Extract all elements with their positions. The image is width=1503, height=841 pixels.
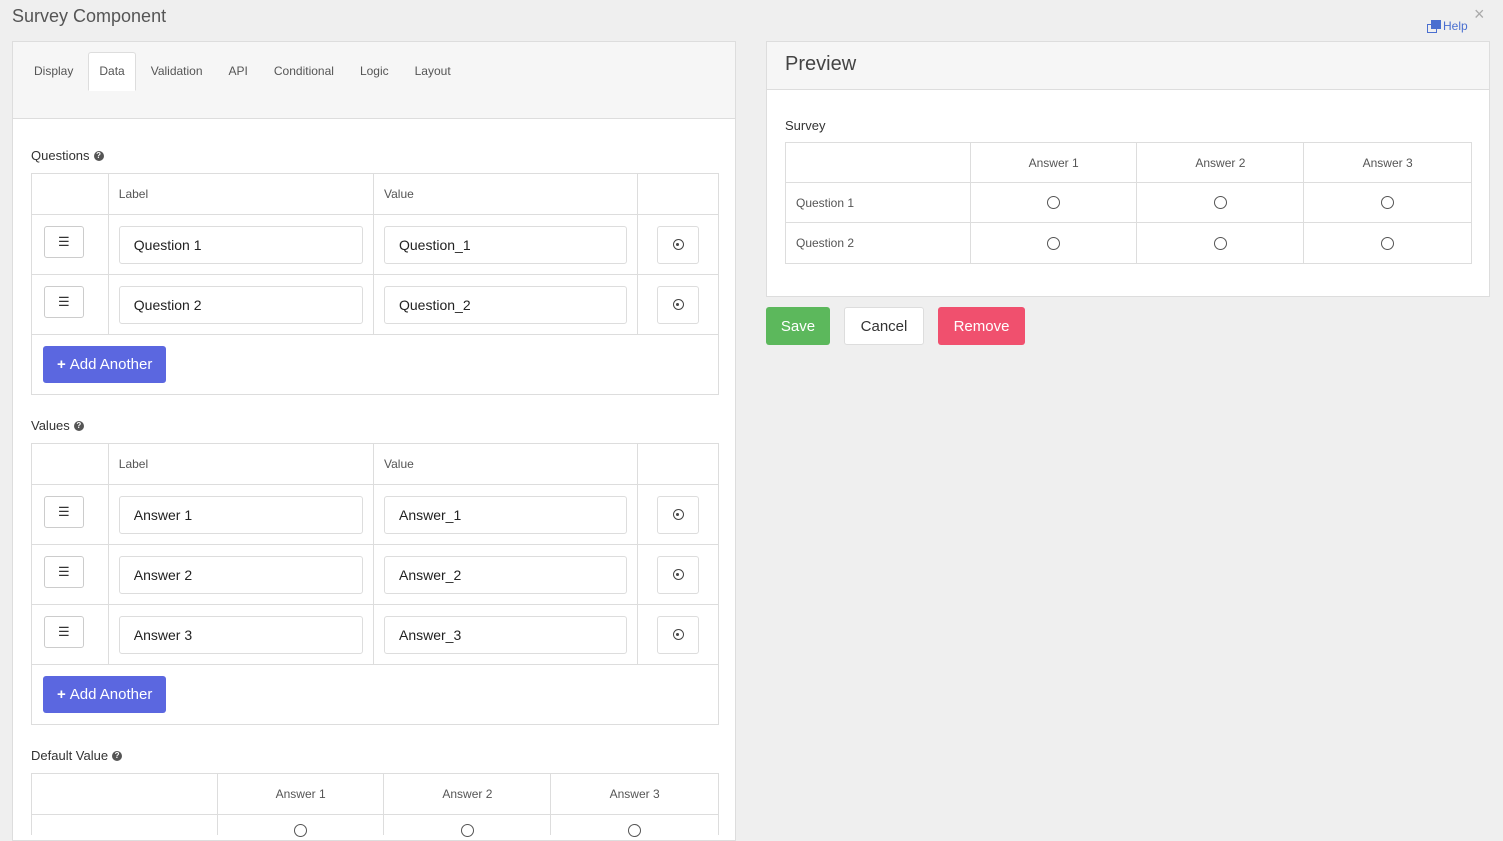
question-value-input[interactable] <box>384 225 628 264</box>
tab-conditional[interactable]: Conditional <box>263 52 345 91</box>
default-radio[interactable] <box>460 823 474 837</box>
remove-row-button[interactable] <box>657 225 700 264</box>
tab-display[interactable]: Display <box>23 52 84 91</box>
tab-validation[interactable]: Validation <box>140 52 214 91</box>
remove-row-button[interactable] <box>657 555 700 594</box>
values-grid: Label Value ☰ ☰ ☰ + Add Another <box>31 443 719 725</box>
remove-circle-icon <box>672 509 684 520</box>
add-question-label: Add Another <box>69 356 153 373</box>
default-col-header: Answer 2 <box>384 774 552 814</box>
values-label: Values ? <box>31 418 84 433</box>
survey-radio[interactable] <box>1047 236 1061 250</box>
survey-col-header: Answer 3 <box>1362 155 1413 170</box>
remove-button[interactable]: Remove <box>938 307 1025 345</box>
drag-handle-icon[interactable]: ☰ <box>43 615 84 648</box>
help-label: Help <box>1443 19 1468 33</box>
editor-panel: Display Data Validation API Conditional … <box>12 41 736 841</box>
add-value-label: Add Another <box>69 686 153 703</box>
tab-api[interactable]: API <box>218 52 259 91</box>
remove-circle-icon <box>672 629 684 640</box>
survey-radio[interactable] <box>1213 196 1227 209</box>
table-row: Question 1 <box>786 183 1471 223</box>
preview-title: Preview <box>767 42 1489 90</box>
table-row: ☰ <box>32 275 718 335</box>
value-value-input[interactable] <box>384 495 628 534</box>
col-label-header: Label <box>118 187 149 201</box>
value-label-input[interactable] <box>118 555 363 594</box>
add-value-button[interactable]: + Add Another <box>43 676 167 713</box>
values-grid-header: Label Value <box>32 444 718 485</box>
action-bar: Save Cancel Remove <box>766 307 1025 345</box>
question-circle-icon[interactable]: ? <box>93 150 104 161</box>
question-label-input[interactable] <box>118 225 363 264</box>
default-value-table: Answer 1 Answer 2 Answer 3 <box>31 773 719 837</box>
external-link-icon <box>1427 20 1441 33</box>
remove-row-button[interactable] <box>657 495 700 534</box>
remove-circle-icon <box>672 239 684 250</box>
dialog-title: Survey Component <box>12 6 167 26</box>
close-icon[interactable]: × <box>1474 5 1485 23</box>
value-value-input[interactable] <box>384 555 628 594</box>
questions-grid-header: Label Value <box>32 174 718 215</box>
default-value-label: Default Value ? <box>31 748 123 763</box>
remove-circle-icon <box>672 569 684 580</box>
question-value-input[interactable] <box>384 285 628 324</box>
cancel-button[interactable]: Cancel <box>844 307 924 345</box>
table-row: ☰ <box>32 545 718 605</box>
value-label-input[interactable] <box>118 495 363 534</box>
survey-radio[interactable] <box>1213 236 1227 250</box>
value-label-input[interactable] <box>118 615 363 654</box>
add-question-button[interactable]: + Add Another <box>43 346 167 383</box>
table-row: ☰ <box>32 485 718 545</box>
drag-handle-icon[interactable]: ☰ <box>43 495 84 528</box>
help-link[interactable]: Help <box>1427 19 1468 33</box>
default-radio[interactable] <box>628 823 642 837</box>
survey-table: Answer 1 Answer 2 Answer 3 Question 1 Qu… <box>785 142 1472 264</box>
question-circle-icon[interactable]: ? <box>112 750 123 761</box>
drag-handle-icon[interactable]: ☰ <box>43 225 84 258</box>
questions-label: Questions ? <box>31 148 104 163</box>
plus-icon: + <box>57 356 66 373</box>
values-label-text: Values <box>31 418 70 433</box>
tab-bar: Display Data Validation API Conditional … <box>13 42 735 119</box>
survey-label: Survey <box>785 118 826 133</box>
survey-radio[interactable] <box>1381 236 1395 250</box>
table-row <box>32 815 718 837</box>
survey-radio[interactable] <box>1381 196 1395 209</box>
survey-header-row: Answer 1 Answer 2 Answer 3 <box>786 143 1471 183</box>
questions-label-text: Questions <box>31 148 90 163</box>
table-row: ☰ <box>32 605 718 665</box>
col-value-header: Value <box>384 187 414 201</box>
preview-panel: Preview Survey Answer 1 Answer 2 Answer … <box>766 41 1490 297</box>
remove-circle-icon <box>672 299 684 310</box>
drag-handle-icon[interactable]: ☰ <box>43 285 84 318</box>
tab-data[interactable]: Data <box>88 52 136 91</box>
default-radio[interactable] <box>294 823 308 837</box>
survey-radio[interactable] <box>1047 196 1061 209</box>
survey-col-header: Answer 2 <box>1137 143 1305 182</box>
question-circle-icon[interactable]: ? <box>73 420 84 431</box>
value-value-input[interactable] <box>384 615 628 654</box>
remove-row-button[interactable] <box>657 615 700 654</box>
survey-question: Question 2 <box>786 223 971 263</box>
col-label-header: Label <box>118 457 149 471</box>
default-value-label-text: Default Value <box>31 748 109 763</box>
plus-icon: + <box>57 686 66 703</box>
question-label-input[interactable] <box>118 285 363 324</box>
default-col-header: Answer 3 <box>609 787 660 801</box>
default-col-header: Answer 1 <box>218 774 385 814</box>
survey-col-header: Answer 1 <box>971 143 1138 182</box>
survey-question: Question 1 <box>786 183 971 222</box>
tab-logic[interactable]: Logic <box>349 52 400 91</box>
table-row: ☰ <box>32 215 718 275</box>
questions-grid: Label Value ☰ ☰ + Add Another <box>31 173 719 395</box>
col-value-header: Value <box>384 457 414 471</box>
tab-layout[interactable]: Layout <box>404 52 462 91</box>
table-row: Question 2 <box>786 223 1471 263</box>
drag-handle-icon[interactable]: ☰ <box>43 555 84 588</box>
remove-row-button[interactable] <box>657 285 700 324</box>
save-button[interactable]: Save <box>766 307 830 345</box>
